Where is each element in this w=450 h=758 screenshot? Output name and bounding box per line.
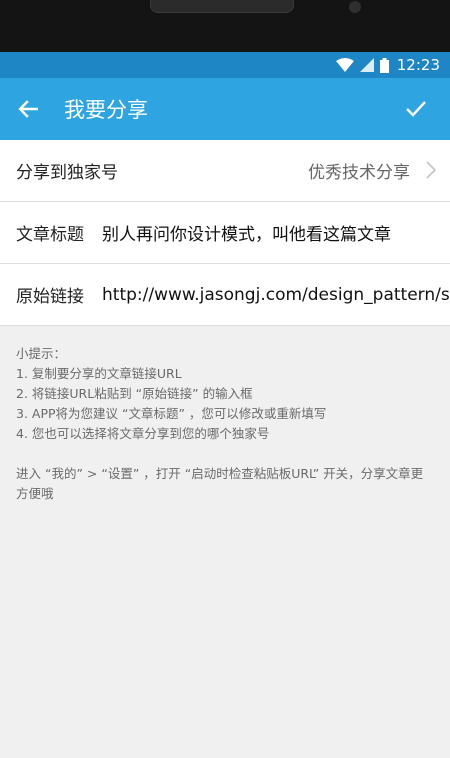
confirm-button[interactable] [394,78,438,140]
article-title-row: 文章标题 别人再问你设计模式，叫他看这篇文章 [0,202,450,264]
page-title: 我要分享 [64,98,148,122]
app-bar: 我要分享 [0,78,450,140]
tip-item: 2. 将链接URL粘贴到 “原始链接” 的输入框 [16,386,253,401]
tips-heading: 小提示： [16,346,67,361]
status-bar: 12:23 [0,52,450,78]
checkmark-icon [406,101,426,117]
channel-row[interactable]: 分享到独家号 优秀技术分享 [0,140,450,202]
chevron-right-icon [426,161,436,179]
tips-section: 小提示： 1. 复制要分享的文章链接URL 2. 将链接URL粘贴到 “原始链接… [0,326,450,522]
phone-speaker [150,0,294,13]
wifi-icon [335,58,354,72]
back-button[interactable] [0,78,56,140]
phone-camera [349,1,361,13]
screen: 12:23 我要分享 分享到独家号 优秀技术分享 文章标题 别人再问你设计模式，… [0,52,450,758]
original-link-label: 原始链接 [16,287,84,307]
article-title-label: 文章标题 [16,225,84,245]
phone-bezel [0,0,450,52]
original-link-row: 原始链接 http://www.jasongj.com/design_patte… [0,264,450,326]
battery-icon [379,57,389,73]
arrow-left-icon [18,100,38,118]
tip-item: 3. APP将为您建议 “文章标题” ，您可以修改或重新填写 [16,406,327,421]
channel-label: 分享到独家号 [16,163,118,183]
tip-item: 4. 您也可以选择将文章分享到您的哪个独家号 [16,426,270,441]
article-title-field[interactable]: 别人再问你设计模式，叫他看这篇文章 [102,220,450,245]
tip-item: 1. 复制要分享的文章链接URL [16,366,182,381]
channel-value: 优秀技术分享 [308,163,410,183]
status-time: 12:23 [396,56,440,74]
signal-icon [359,58,374,72]
original-link-field[interactable]: http://www.jasongj.com/design_pattern/su… [102,285,450,305]
tips-footer: 进入 “我的” > “设置” ，打开 “启动时检查粘贴板URL” 开关，分享文章… [16,466,424,501]
